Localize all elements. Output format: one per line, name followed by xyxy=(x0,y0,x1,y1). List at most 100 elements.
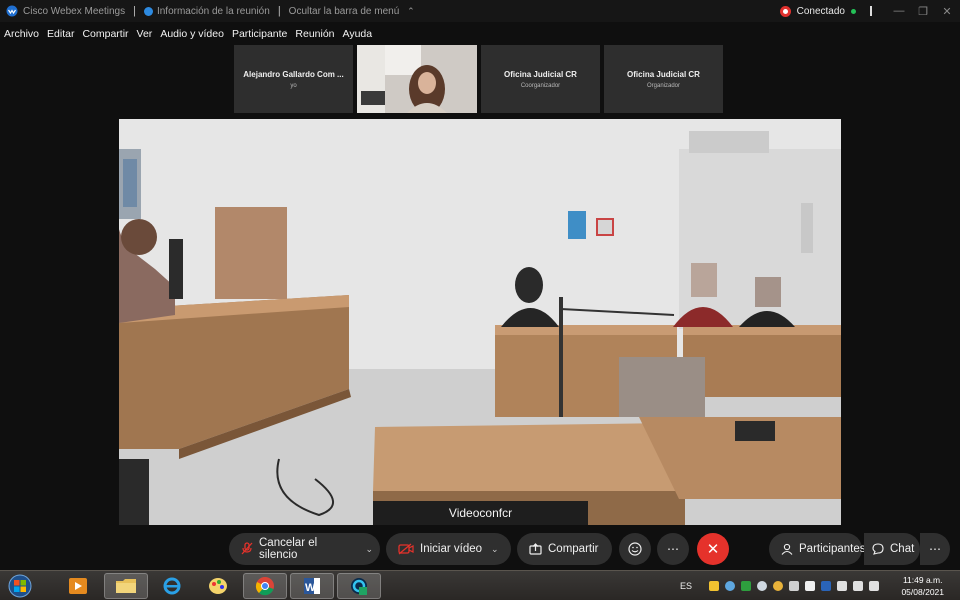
clock-date: 05/08/2021 xyxy=(901,587,944,597)
participant-name: Oficina Judicial CR xyxy=(627,69,700,79)
participant-tile-self[interactable]: Alejandro Gallardo Com ... yo xyxy=(234,45,353,113)
participant-tile-video[interactable] xyxy=(357,45,477,113)
language-indicator[interactable]: ES xyxy=(680,581,692,591)
windows-logo-icon xyxy=(8,574,32,598)
tray-sync-icon[interactable] xyxy=(757,581,768,591)
menu-editar[interactable]: Editar xyxy=(47,28,74,40)
share-button[interactable]: Compartir xyxy=(517,533,612,565)
chat-label: Chat xyxy=(890,543,915,555)
word-icon: W xyxy=(304,578,320,594)
menu-audio-video[interactable]: Audio y vídeo xyxy=(160,28,224,40)
video-participant-label: Videoconfcr xyxy=(373,501,588,525)
chevron-down-icon[interactable]: ⌄ xyxy=(365,544,373,555)
system-tray: ES xyxy=(680,571,882,600)
more-panels-button[interactable]: ⋯ xyxy=(920,533,950,565)
unmute-label: Cancelar el silencio xyxy=(259,537,318,561)
taskbar-internet-explorer[interactable] xyxy=(150,573,194,599)
meeting-controls: Cancelar el silencio ⌄ Iniciar vídeo ⌄ C… xyxy=(0,533,960,565)
app-title: Cisco Webex Meetings xyxy=(23,5,126,17)
share-icon xyxy=(529,543,542,555)
participant-name: Alejandro Gallardo Com ... xyxy=(243,69,344,79)
participant-tile-cohost[interactable]: Oficina Judicial CR Coorganizador xyxy=(481,45,600,113)
tray-app-icon[interactable] xyxy=(709,581,720,591)
recording-icon xyxy=(779,5,791,17)
title-bar: Cisco Webex Meetings | Información de la… xyxy=(0,0,960,22)
internet-explorer-icon xyxy=(163,577,181,595)
hide-menu-button[interactable]: Ocultar la barra de menú ⌃ xyxy=(289,6,415,17)
hide-menu-label: Ocultar la barra de menú xyxy=(288,5,400,17)
reactions-button[interactable] xyxy=(619,533,651,565)
participant-role: yo xyxy=(290,82,297,89)
media-player-icon xyxy=(69,578,87,594)
taskbar-chrome[interactable] xyxy=(243,573,287,599)
main-video[interactable] xyxy=(119,119,841,525)
tray-signal-icon[interactable] xyxy=(853,581,864,591)
close-icon: ✕ xyxy=(706,541,720,558)
menu-reunion[interactable]: Reunión xyxy=(295,28,334,40)
participant-name: Oficina Judicial CR xyxy=(504,69,577,79)
paint-icon xyxy=(209,578,227,594)
webex-logo-icon xyxy=(6,5,18,17)
minimize-icon[interactable]: — xyxy=(888,5,910,17)
participant-role: Organizador xyxy=(646,82,681,89)
more-options-button[interactable]: ⋯ xyxy=(657,533,689,565)
participant-strip: Alejandro Gallardo Com ... yo Oficina Ju… xyxy=(234,45,723,113)
tray-emoji-icon[interactable] xyxy=(773,581,784,591)
taskbar-paint[interactable] xyxy=(196,573,240,599)
svg-text:W: W xyxy=(305,582,316,594)
taskbar-media-player[interactable] xyxy=(56,573,100,599)
clock-time: 11:49 a.m. xyxy=(902,575,943,585)
connection-status: Conectado xyxy=(796,5,845,17)
participants-button[interactable]: Participantes xyxy=(769,533,866,565)
webex-icon xyxy=(351,578,367,595)
menu-ayuda[interactable]: Ayuda xyxy=(343,28,373,40)
menu-ver[interactable]: Ver xyxy=(137,28,153,40)
more-icon: ⋯ xyxy=(667,542,679,556)
chat-button[interactable]: Chat xyxy=(864,533,920,565)
restore-icon[interactable]: ❐ xyxy=(912,5,934,18)
taskbar-file-explorer[interactable] xyxy=(104,573,148,599)
info-icon xyxy=(143,6,153,16)
more-icon: ⋯ xyxy=(929,542,941,556)
smiley-icon xyxy=(628,542,642,556)
taskbar-webex[interactable] xyxy=(337,573,381,599)
divider xyxy=(870,6,872,16)
close-icon[interactable]: ✕ xyxy=(936,5,958,18)
muted-microphone-icon xyxy=(241,542,253,556)
tray-security-icon[interactable] xyxy=(741,581,752,591)
tray-flag-icon[interactable] xyxy=(805,581,816,591)
unmute-button[interactable]: Cancelar el silencio ⌄ xyxy=(229,533,380,565)
start-button[interactable] xyxy=(4,572,36,600)
participant-video-feed xyxy=(357,45,477,113)
start-video-label: Iniciar vídeo xyxy=(420,543,483,555)
folder-icon xyxy=(116,579,136,593)
chevron-up-icon: ⌃ xyxy=(407,5,415,16)
tray-bluetooth-icon[interactable] xyxy=(821,581,832,591)
tray-network-share-icon[interactable] xyxy=(725,581,736,591)
participants-label: Participantes xyxy=(799,543,866,555)
chrome-icon xyxy=(255,577,274,596)
chat-bubble-icon xyxy=(872,543,884,555)
menu-bar: Archivo Editar Compartir Ver Audio y víd… xyxy=(0,24,376,44)
share-label: Compartir xyxy=(548,543,599,555)
taskbar-word[interactable]: W xyxy=(290,573,334,599)
menu-participante[interactable]: Participante xyxy=(232,28,287,40)
participant-role: Coorganizador xyxy=(520,82,561,89)
courtroom-video-feed xyxy=(119,119,841,525)
system-clock[interactable]: 11:49 a.m. 05/08/2021 xyxy=(901,574,944,598)
video-off-icon xyxy=(398,543,414,555)
meeting-info-label: Información de la reunión xyxy=(156,5,270,17)
chevron-down-icon[interactable]: ⌄ xyxy=(491,544,499,555)
windows-taskbar: W ES 11:49 a.m. 05/08/2021 xyxy=(0,570,960,600)
tray-device-icon[interactable] xyxy=(789,581,800,591)
tray-action-center-icon[interactable] xyxy=(869,581,880,591)
participant-tile-host[interactable]: Oficina Judicial CR Organizador xyxy=(604,45,723,113)
person-icon xyxy=(781,543,793,555)
tray-volume-icon[interactable] xyxy=(837,581,848,591)
menu-archivo[interactable]: Archivo xyxy=(4,28,39,40)
connected-indicator-icon xyxy=(851,8,856,14)
leave-meeting-button[interactable]: ✕ xyxy=(697,533,729,565)
start-video-button[interactable]: Iniciar vídeo ⌄ xyxy=(386,533,511,565)
meeting-info-button[interactable]: Información de la reunión xyxy=(143,5,270,17)
menu-compartir[interactable]: Compartir xyxy=(82,28,128,40)
